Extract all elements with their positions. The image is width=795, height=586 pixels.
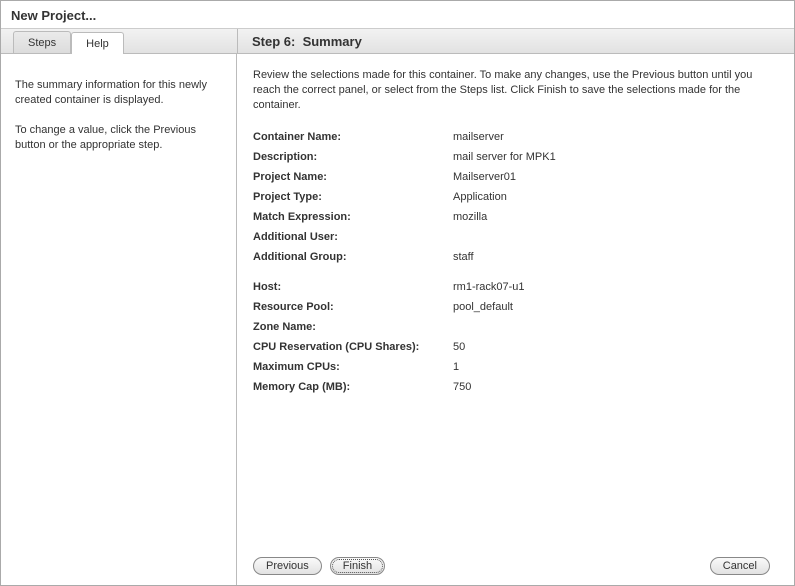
help-paragraph-2: To change a value, click the Previous bu… <box>15 123 222 154</box>
value-additional-user <box>453 231 778 243</box>
intro-text: Review the selections made for this cont… <box>253 68 778 113</box>
value-memory-cap: 750 <box>453 381 778 393</box>
body: The summary information for this newly c… <box>1 54 794 585</box>
field-container-name: Container Name: mailserver <box>253 131 778 143</box>
label-memory-cap: Memory Cap (MB): <box>253 381 453 393</box>
field-additional-user: Additional User: <box>253 231 778 243</box>
field-host: Host: rm1-rack07-u1 <box>253 281 778 293</box>
tab-steps[interactable]: Steps <box>13 31 71 53</box>
label-zone-name: Zone Name: <box>253 321 453 333</box>
tabs: Steps Help <box>1 29 237 53</box>
label-cpu-reservation: CPU Reservation (CPU Shares): <box>253 341 453 353</box>
label-match-expression: Match Expression: <box>253 211 453 223</box>
finish-button[interactable]: Finish <box>330 557 385 575</box>
label-project-type: Project Type: <box>253 191 453 203</box>
field-cpu-reservation: CPU Reservation (CPU Shares): 50 <box>253 341 778 353</box>
field-memory-cap: Memory Cap (MB): 750 <box>253 381 778 393</box>
value-host: rm1-rack07-u1 <box>453 281 778 293</box>
step-title: Step 6: Summary <box>237 29 794 53</box>
button-bar: Previous Finish Cancel <box>253 551 778 575</box>
field-project-name: Project Name: Mailserver01 <box>253 171 778 183</box>
field-maximum-cpus: Maximum CPUs: 1 <box>253 361 778 373</box>
field-additional-group: Additional Group: staff <box>253 251 778 263</box>
value-match-expression: mozilla <box>453 211 778 223</box>
label-additional-user: Additional User: <box>253 231 453 243</box>
field-zone-name: Zone Name: <box>253 321 778 333</box>
previous-button[interactable]: Previous <box>253 557 322 575</box>
label-project-name: Project Name: <box>253 171 453 183</box>
value-project-name: Mailserver01 <box>453 171 778 183</box>
value-maximum-cpus: 1 <box>453 361 778 373</box>
label-maximum-cpus: Maximum CPUs: <box>253 361 453 373</box>
help-panel: The summary information for this newly c… <box>1 54 237 585</box>
wizard-window: New Project... Steps Help Step 6: Summar… <box>0 0 795 586</box>
cancel-button[interactable]: Cancel <box>710 557 770 575</box>
tab-help[interactable]: Help <box>71 32 124 54</box>
tab-help-label: Help <box>86 38 109 50</box>
label-container-name: Container Name: <box>253 131 453 143</box>
window-title: New Project... <box>1 1 794 28</box>
value-cpu-reservation: 50 <box>453 341 778 353</box>
label-additional-group: Additional Group: <box>253 251 453 263</box>
value-additional-group: staff <box>453 251 778 263</box>
summary-fields: Container Name: mailserver Description: … <box>253 131 778 551</box>
field-description: Description: mail server for MPK1 <box>253 151 778 163</box>
label-host: Host: <box>253 281 453 293</box>
tab-steps-label: Steps <box>28 37 56 49</box>
value-description: mail server for MPK1 <box>453 151 778 163</box>
value-project-type: Application <box>453 191 778 203</box>
value-container-name: mailserver <box>453 131 778 143</box>
value-resource-pool: pool_default <box>453 301 778 313</box>
field-resource-pool: Resource Pool: pool_default <box>253 301 778 313</box>
field-project-type: Project Type: Application <box>253 191 778 203</box>
field-match-expression: Match Expression: mozilla <box>253 211 778 223</box>
help-paragraph-1: The summary information for this newly c… <box>15 78 222 109</box>
value-zone-name <box>453 321 778 333</box>
label-description: Description: <box>253 151 453 163</box>
header-strip: Steps Help Step 6: Summary <box>1 28 794 54</box>
main-panel: Review the selections made for this cont… <box>237 54 794 585</box>
label-resource-pool: Resource Pool: <box>253 301 453 313</box>
